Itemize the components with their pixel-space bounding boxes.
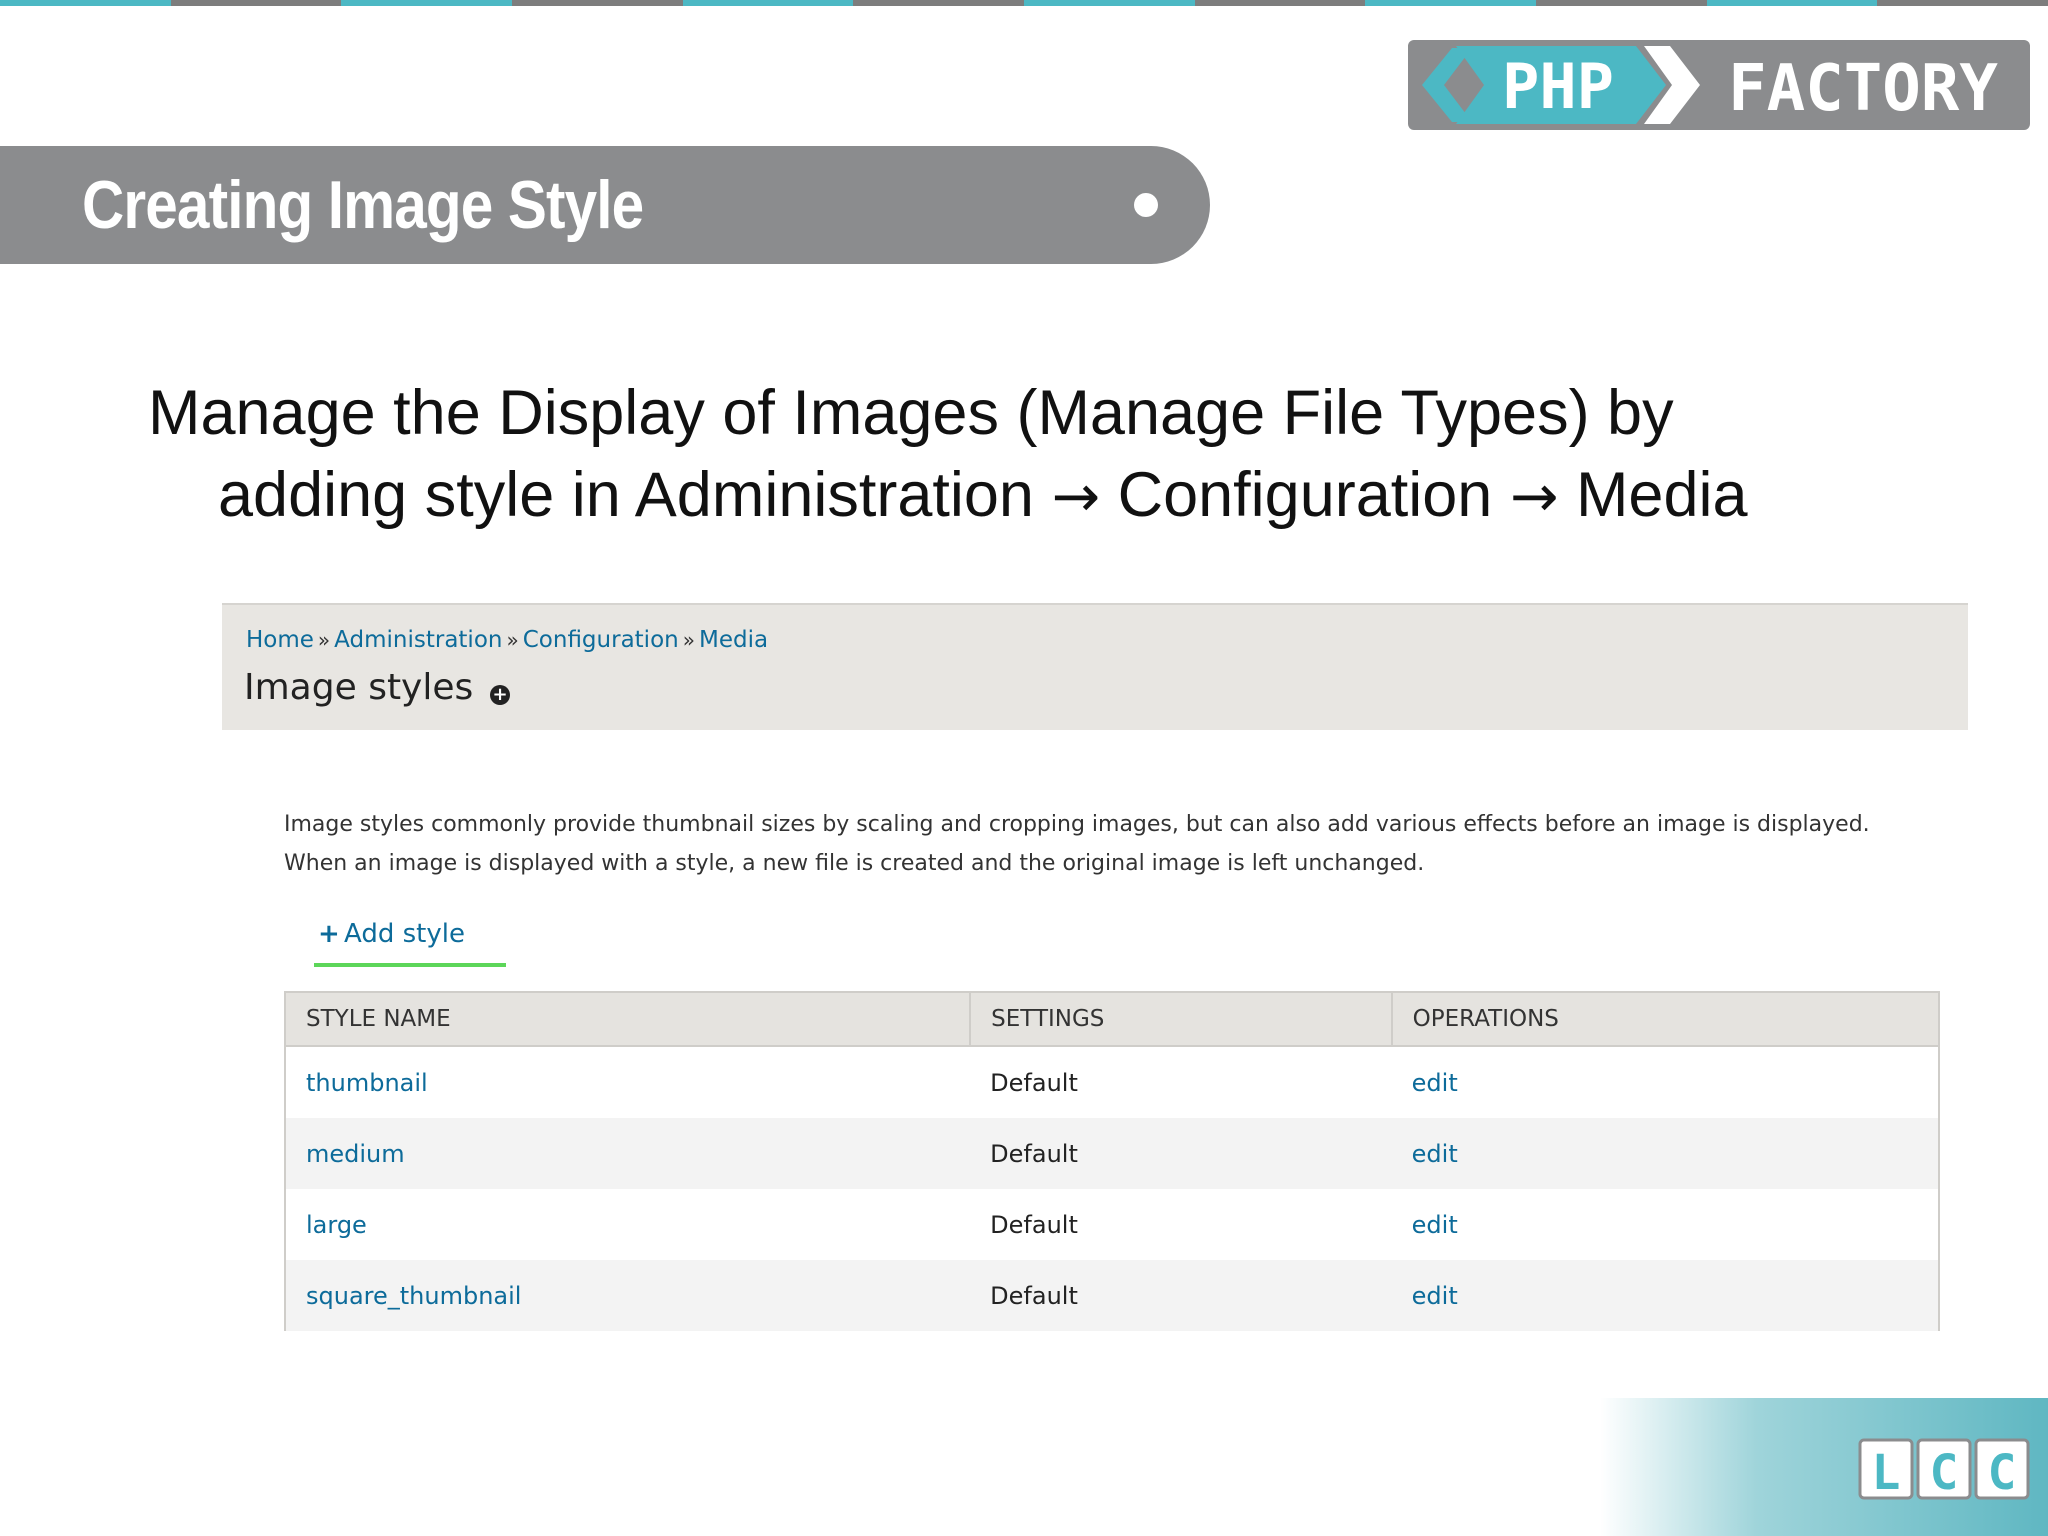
style-settings: Default	[970, 1260, 1392, 1331]
table-header-row: STYLE NAME SETTINGS OPERATIONS	[283, 991, 1941, 1047]
page-title: Image styles	[244, 667, 474, 708]
style-name-link[interactable]: square_thumbnail	[283, 1260, 971, 1331]
breadcrumb-separator: »	[682, 628, 695, 652]
column-header-operations[interactable]: OPERATIONS	[1390, 991, 1941, 1047]
table-row: thumbnail Default edit	[283, 1046, 1941, 1118]
edit-link[interactable]: edit	[1391, 1046, 1941, 1118]
arrow-icon: →	[1051, 462, 1101, 530]
page-description: Image styles commonly provide thumbnail …	[284, 805, 1964, 883]
page-header: Home» Administration» Configuration» Media …	[222, 603, 1968, 730]
table-row: large Default edit	[283, 1189, 1941, 1260]
bullet-line2-part-c: Media	[1558, 460, 1748, 530]
php-factory-logo: PHP FACTORY	[1408, 40, 2030, 130]
style-name-link[interactable]: large	[283, 1189, 971, 1260]
lcc-letter: C	[1988, 1445, 2017, 1501]
logo-php-text: PHP	[1502, 50, 1614, 123]
style-name-link[interactable]: thumbnail	[283, 1046, 971, 1118]
description-line2: When an image is displayed with a style,…	[284, 851, 1425, 876]
arrow-icon: →	[1509, 462, 1559, 530]
edit-link[interactable]: edit	[1391, 1189, 1941, 1260]
style-settings: Default	[970, 1118, 1392, 1189]
column-header-settings[interactable]: SETTINGS	[969, 991, 1393, 1047]
lcc-letter: C	[1930, 1445, 1959, 1501]
add-style-button[interactable]: + Add style	[314, 917, 506, 967]
breadcrumb-administration[interactable]: Administration	[334, 627, 502, 653]
add-style-label: Add style	[344, 919, 465, 949]
breadcrumb-separator: »	[317, 628, 331, 652]
table-row: square_thumbnail Default edit	[283, 1260, 1941, 1331]
style-settings: Default	[970, 1189, 1392, 1260]
plus-icon: +	[318, 919, 340, 949]
logo-factory-text: FACTORY	[1728, 52, 1998, 126]
add-shortcut-icon[interactable]: +	[490, 685, 510, 705]
style-settings: Default	[970, 1046, 1392, 1118]
bullet-line2: adding style in Administration → Configu…	[148, 454, 1948, 537]
description-line1: Image styles commonly provide thumbnail …	[284, 812, 1870, 837]
title-dot	[1134, 193, 1158, 217]
breadcrumb-separator: »	[506, 628, 519, 652]
breadcrumb-home[interactable]: Home	[246, 627, 314, 653]
lcc-l: L	[1872, 1445, 1901, 1501]
lcc-logo: L CC	[1858, 1438, 2030, 1501]
slide-title: Creating Image Style	[82, 167, 644, 243]
edit-link[interactable]: edit	[1391, 1260, 1941, 1331]
breadcrumb-media[interactable]: Media	[699, 627, 768, 653]
bullet-line2-part-a: adding style in Administration	[218, 460, 1052, 530]
title-banner: Creating Image Style	[0, 146, 1210, 264]
table-row: medium Default edit	[283, 1118, 1941, 1189]
top-stripe	[0, 0, 2048, 6]
drupal-screenshot: Home» Administration» Configuration» Media …	[222, 603, 1968, 1338]
bullet-line2-part-b: Configuration	[1100, 460, 1510, 530]
breadcrumb-configuration[interactable]: Configuration	[523, 627, 679, 653]
edit-link[interactable]: edit	[1391, 1118, 1941, 1189]
column-header-style-name[interactable]: STYLE NAME	[283, 991, 972, 1047]
breadcrumb: Home» Administration» Configuration» Media	[246, 627, 768, 653]
bullet-text: Manage the Display of Images (Manage Fil…	[148, 372, 1948, 537]
image-styles-table: STYLE NAME SETTINGS OPERATIONS thumbnail…	[283, 991, 1941, 1331]
bullet-line1: Manage the Display of Images (Manage Fil…	[148, 378, 1674, 448]
style-name-link[interactable]: medium	[283, 1118, 971, 1189]
